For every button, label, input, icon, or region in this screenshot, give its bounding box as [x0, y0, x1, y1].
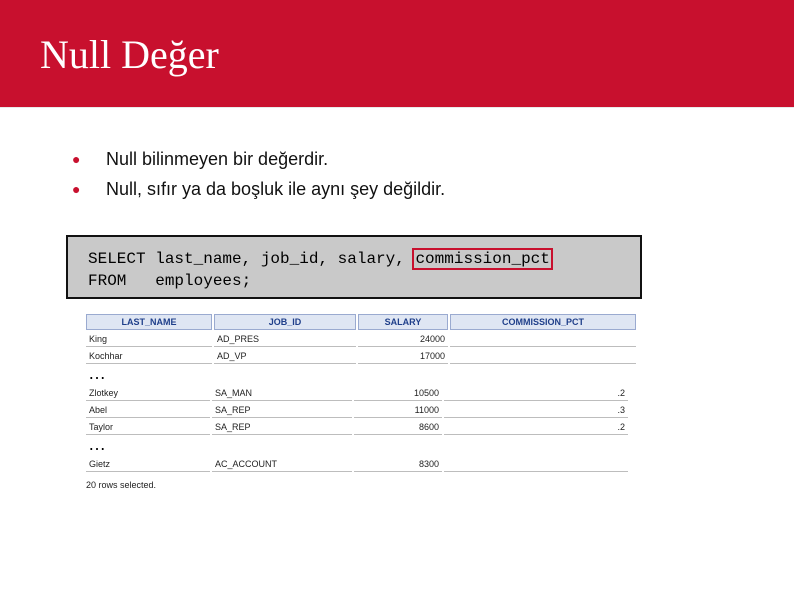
- result-table-header-group: LAST_NAME JOB_ID SALARY COMMISSION_PCT K…: [84, 312, 638, 366]
- column-header: LAST_NAME: [86, 314, 212, 330]
- cell-commission: [450, 332, 636, 347]
- column-header: COMMISSION_PCT: [450, 314, 636, 330]
- cell-last-name: Zlotkey: [86, 386, 210, 401]
- ellipsis: …: [88, 434, 108, 454]
- cell-salary: 11000: [354, 403, 442, 418]
- cell-job-id: SA_MAN: [212, 386, 352, 401]
- cell-salary: 10500: [354, 386, 442, 401]
- bullet-text: Null, sıfır ya da boşluk ile aynı şey de…: [106, 179, 446, 199]
- cell-job-id: AD_VP: [214, 349, 356, 364]
- bullet-text: Null bilinmeyen bir değerdir.: [106, 149, 329, 169]
- cell-salary: 8300: [354, 457, 442, 472]
- table-row: Gietz AC_ACCOUNT 8300: [86, 457, 628, 472]
- cell-last-name: Kochhar: [86, 349, 212, 364]
- cell-commission: .2: [444, 386, 628, 401]
- bullet-list: ● Null bilinmeyen bir değerdir. ● Null, sı…: [72, 145, 445, 205]
- cell-job-id: SA_REP: [212, 403, 352, 418]
- sql-highlighted-column: commission_pct: [412, 248, 553, 270]
- cell-job-id: AD_PRES: [214, 332, 356, 347]
- cell-job-id: AC_ACCOUNT: [212, 457, 352, 472]
- query-result: LAST_NAME JOB_ID SALARY COMMISSION_PCT K…: [84, 312, 638, 490]
- bullet-item: ● Null bilinmeyen bir değerdir.: [72, 145, 445, 175]
- result-table-last-group: Gietz AC_ACCOUNT 8300: [84, 455, 630, 474]
- sql-line-from: FROM employees;: [88, 272, 252, 290]
- sql-code-box: SELECT last_name, job_id, salary, commis…: [66, 235, 642, 299]
- cell-last-name: Taylor: [86, 420, 210, 435]
- cell-salary: 8600: [354, 420, 442, 435]
- header-row: LAST_NAME JOB_ID SALARY COMMISSION_PCT: [86, 314, 636, 330]
- sql-select-text: SELECT last_name, job_id, salary,: [88, 250, 415, 268]
- cell-last-name: Gietz: [86, 457, 210, 472]
- cell-salary: 24000: [358, 332, 448, 347]
- cell-commission: .2: [444, 420, 628, 435]
- bullet-icon: ●: [72, 151, 81, 167]
- cell-commission: [450, 349, 636, 364]
- cell-commission: .3: [444, 403, 628, 418]
- bullet-item: ● Null, sıfır ya da boşluk ile aynı şey d…: [72, 175, 445, 205]
- table-row: Taylor SA_REP 8600 .2: [86, 420, 628, 435]
- ellipsis: …: [88, 363, 108, 383]
- rows-selected-note: 20 rows selected.: [86, 480, 157, 490]
- cell-job-id: SA_REP: [212, 420, 352, 435]
- table-row: Zlotkey SA_MAN 10500 .2: [86, 386, 628, 401]
- column-header: JOB_ID: [214, 314, 356, 330]
- cell-commission: [444, 457, 628, 472]
- slide-title: Null Değer: [40, 32, 219, 77]
- table-row: King AD_PRES 24000: [86, 332, 636, 347]
- cell-salary: 17000: [358, 349, 448, 364]
- column-header: SALARY: [358, 314, 448, 330]
- sql-line-select: SELECT last_name, job_id, salary, commis…: [88, 248, 553, 270]
- result-table-middle-group: Zlotkey SA_MAN 10500 .2 Abel SA_REP 1100…: [84, 384, 630, 437]
- cell-last-name: King: [86, 332, 212, 347]
- table-row: Kochhar AD_VP 17000: [86, 349, 636, 364]
- cell-last-name: Abel: [86, 403, 210, 418]
- bullet-icon: ●: [72, 181, 81, 197]
- title-bar: Null Değer: [0, 0, 794, 108]
- table-row: Abel SA_REP 11000 .3: [86, 403, 628, 418]
